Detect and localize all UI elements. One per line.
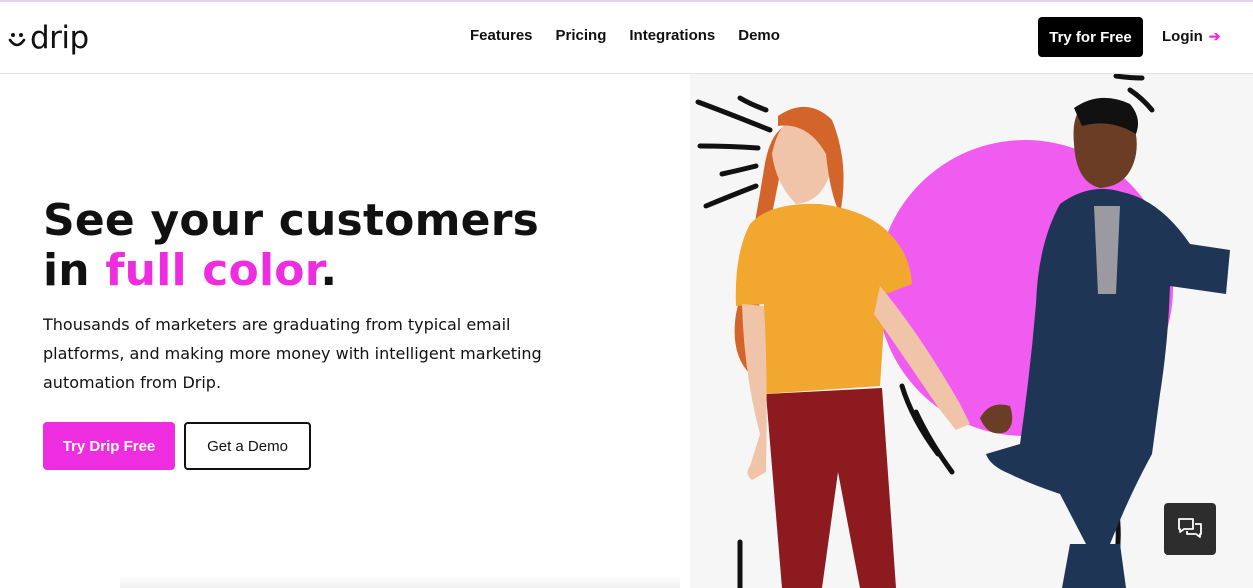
- get-a-demo-button[interactable]: Get a Demo: [184, 422, 311, 470]
- login-label: Login: [1162, 28, 1203, 45]
- logo-wordmark: drip: [30, 20, 89, 56]
- nav-item-demo[interactable]: Demo: [738, 26, 780, 46]
- headline-line-1: See your customers: [43, 195, 539, 246]
- headline-line-2-prefix: in: [43, 245, 106, 296]
- hero-headline: See your customers in full color.: [43, 196, 603, 296]
- nav-item-features[interactable]: Features: [470, 26, 533, 46]
- fold-shadow: [120, 575, 680, 588]
- chat-widget-button[interactable]: [1164, 503, 1216, 555]
- hero-subtext: Thousands of marketers are graduating fr…: [43, 315, 542, 392]
- headline-accent-text: full color: [105, 245, 321, 296]
- arrow-right-icon: ➔: [1208, 28, 1221, 44]
- chat-bubbles-icon: [1178, 518, 1202, 538]
- drip-logo[interactable]: drip: [6, 20, 89, 56]
- drip-smile-icon: [8, 33, 26, 47]
- login-link[interactable]: Login ➔: [1162, 28, 1221, 45]
- main-nav: Features Pricing Integrations Demo: [470, 26, 803, 46]
- try-drip-free-button[interactable]: Try Drip Free: [43, 422, 175, 470]
- site-header: drip Features Pricing Integrations Demo …: [0, 2, 1253, 74]
- headline-line-2-suffix: .: [320, 245, 338, 296]
- nav-item-integrations[interactable]: Integrations: [629, 26, 715, 46]
- nav-item-pricing[interactable]: Pricing: [556, 26, 607, 46]
- try-for-free-button[interactable]: Try for Free: [1038, 17, 1143, 57]
- hero-content: See your customers in full color. Thousa…: [43, 196, 603, 397]
